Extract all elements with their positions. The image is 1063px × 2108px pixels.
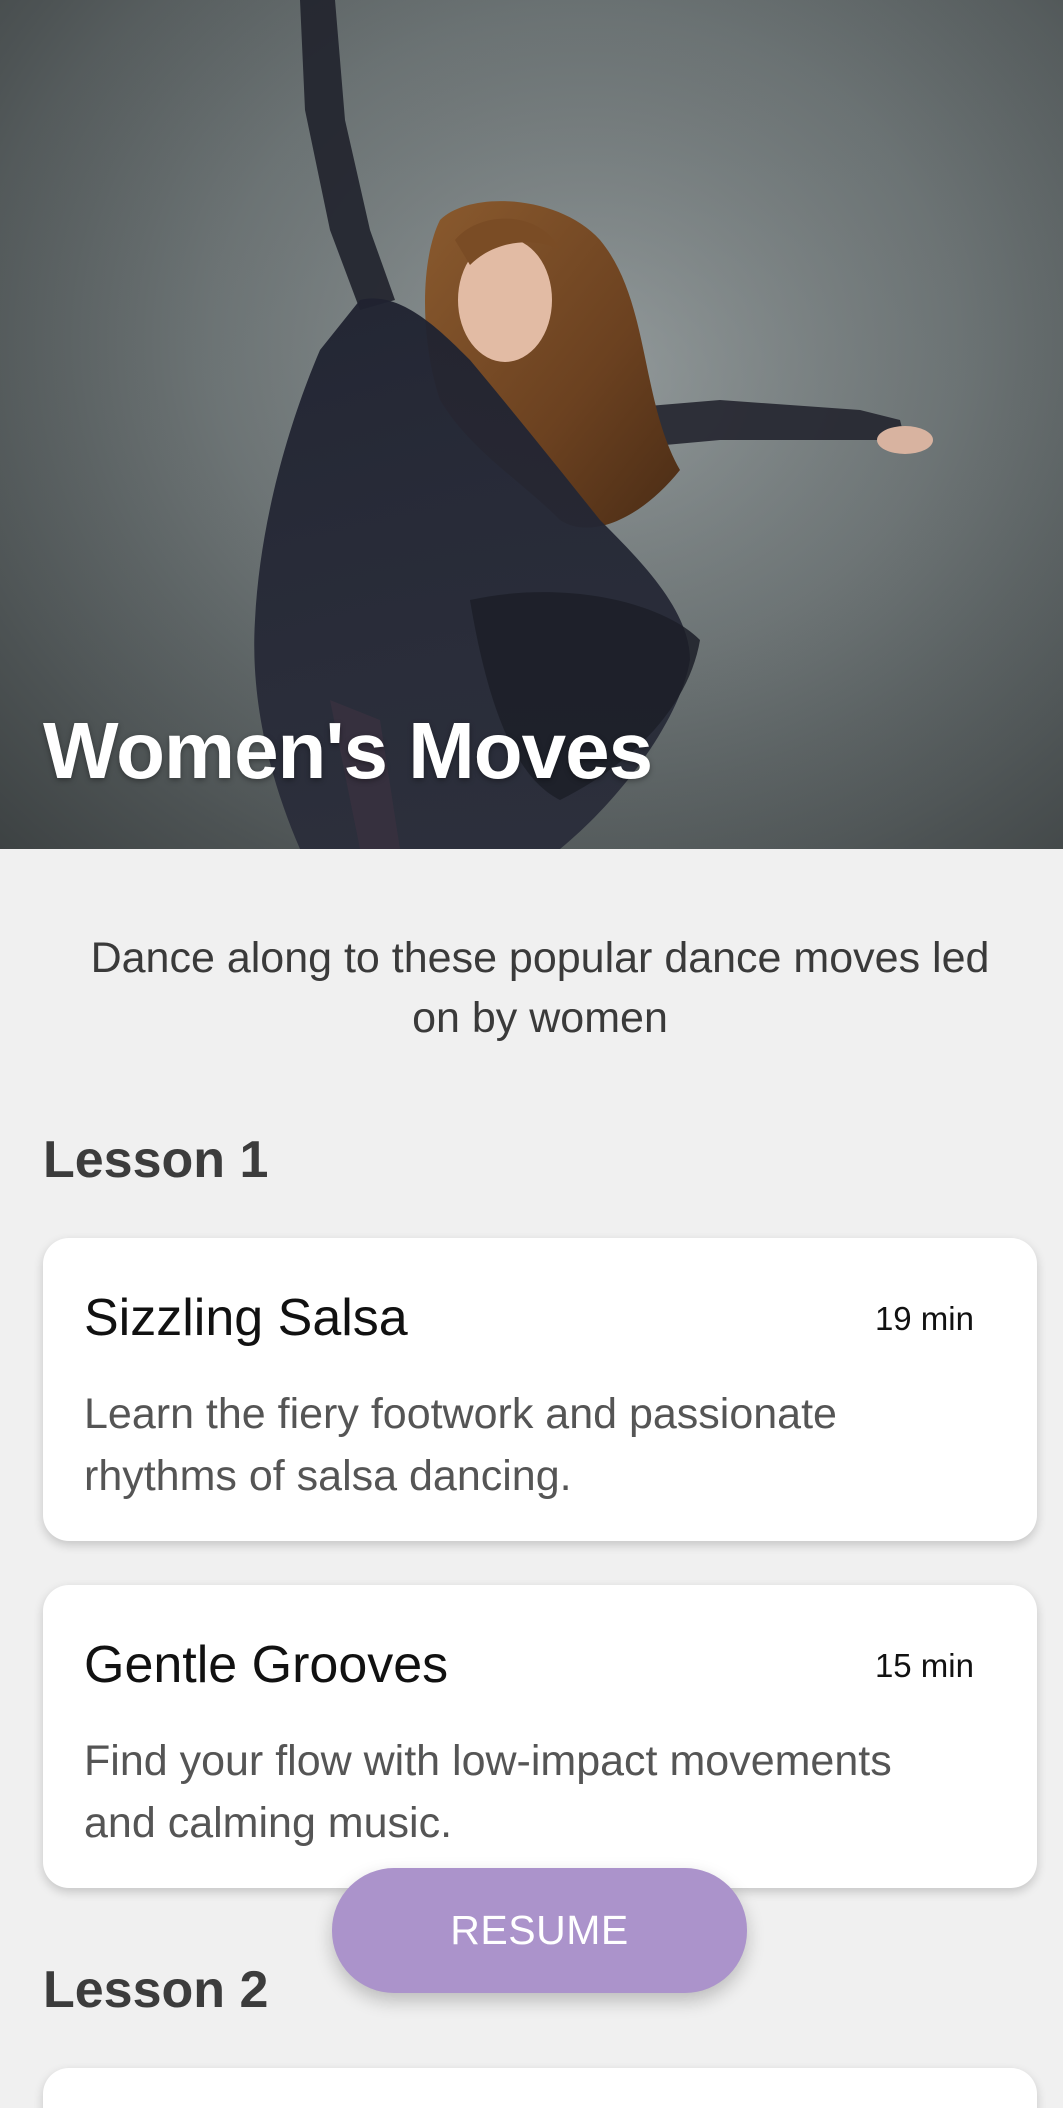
lesson-heading: Lesson 1 [43,1131,269,1189]
lesson-card[interactable] [43,2068,1037,2108]
lesson-card-duration: 19 min [874,1300,974,1337]
intro-text: Dance along to these popular dance moves… [90,934,990,1042]
lesson-card-duration: 15 min [874,1647,974,1684]
page-title: Women's Moves [43,706,653,795]
lesson-card[interactable]: Gentle Grooves 15 min Find your flow wit… [43,1585,1037,1888]
lesson-card-title: Sizzling Salsa [84,1289,408,1347]
lesson-screen: Women's Moves Dance along to these popul… [0,0,1063,2108]
hero-banner: Women's Moves [0,0,1063,849]
lesson-heading: Lesson 2 [43,1961,269,2019]
lesson-card-description: Learn the fiery footwork and passionate … [84,1390,837,1500]
lesson-card[interactable]: Sizzling Salsa 19 min Learn the fiery fo… [43,1238,1037,1541]
resume-button[interactable]: RESUME [332,1868,747,1993]
lesson-card-description: Find your flow with low-impact movements… [84,1737,892,1847]
lesson-card-title: Gentle Grooves [84,1636,449,1694]
